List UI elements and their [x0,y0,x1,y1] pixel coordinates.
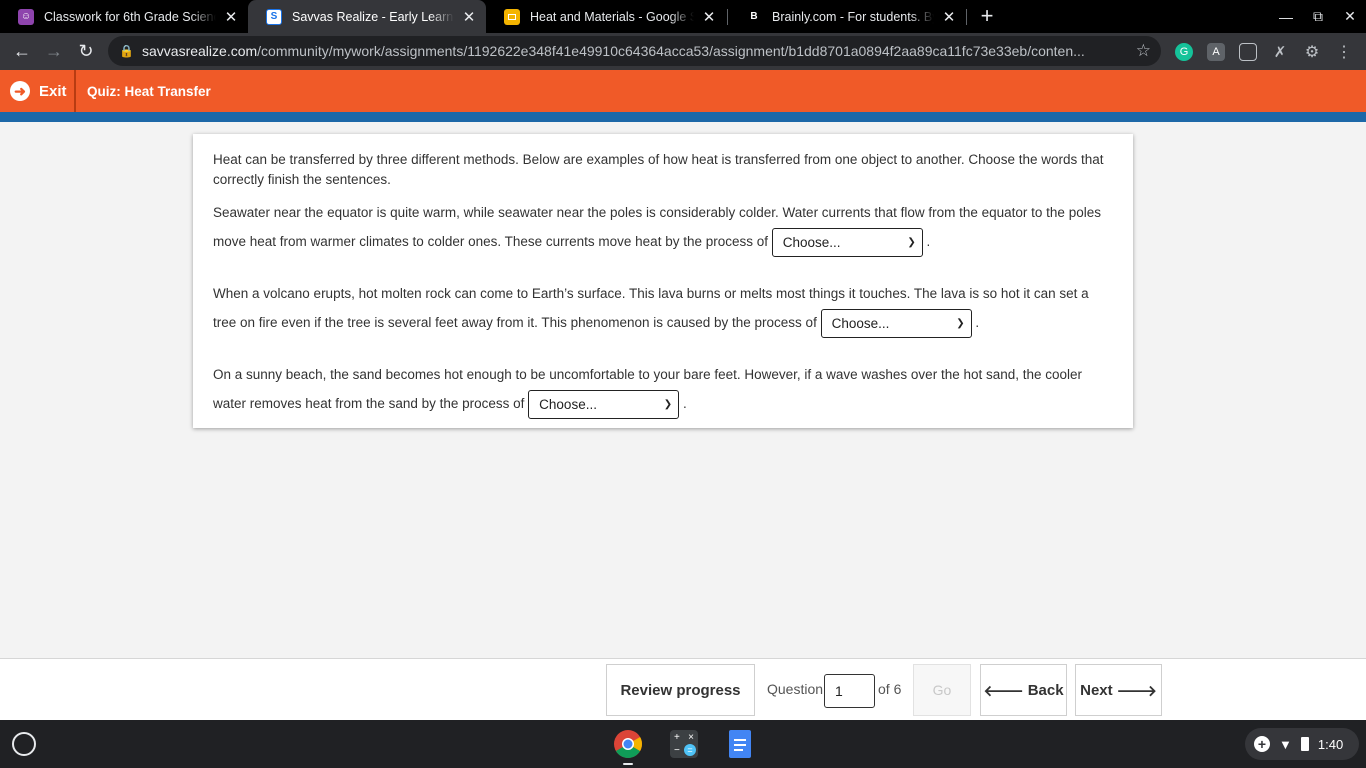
exit-arrow-icon: ➜ [10,81,30,101]
back-label: Back [1027,681,1064,699]
select-value: Choose... [782,234,841,250]
select-value: Choose... [539,396,597,412]
answer-select-1[interactable]: Choose... ❯ [771,227,923,257]
sentence-end: . [975,314,980,330]
docs-icon[interactable] [724,728,756,760]
close-icon[interactable]: ✕ [940,8,958,26]
question-2: When a volcano erupts, hot molten rock c… [213,279,1113,338]
back-button[interactable]: 🡐 Back [980,664,1067,716]
main-content: Heat can be transferred by three differe… [0,122,1366,658]
tab-slides[interactable]: Heat and Materials - Google Slid ✕ [486,0,726,33]
url-text: savvasrealize.com/community/mywork/assig… [142,43,1122,59]
tab-brainly[interactable]: B Brainly.com - For students. By st ✕ [728,0,966,33]
menu-dots-icon[interactable]: ⋮ [1335,43,1353,61]
exit-label: Exit [39,82,67,100]
question-total: of 6 [878,681,902,697]
restore-icon[interactable]: ⧉ [1302,0,1334,33]
tab-savvas[interactable]: S Savvas Realize - Early Learner Co ✕ [248,0,486,33]
header-accent-bar [0,112,1366,122]
clock-time: 1:40 [1317,736,1344,752]
go-label: Go [932,682,952,698]
close-icon[interactable]: ✕ [460,8,478,26]
address-bar[interactable]: 🔒 savvasrealize.com/community/mywork/ass… [108,36,1161,66]
question-number-input[interactable]: 1 [824,674,875,708]
url-host: savvasrealize.com [142,43,258,59]
exit-button[interactable]: ➜ Exit [0,70,76,112]
tab-title: Heat and Materials - Google Slid [530,9,694,24]
reload-icon[interactable]: ↻ [72,37,100,65]
brainly-icon: B [746,8,762,25]
chrome-icon[interactable] [612,728,644,760]
chevron-down-icon: ❯ [663,398,673,410]
close-icon[interactable]: ✕ [700,8,718,26]
chevron-down-icon: ❯ [907,236,916,248]
tab-divider [966,9,967,25]
tab-classwork[interactable]: ☺ Classwork for 6th Grade Science ✕ [0,0,248,33]
review-progress-button[interactable]: Review progress [606,664,755,716]
question-1: Seawater near the equator is quite warm,… [213,198,1113,257]
launcher-icon[interactable] [12,732,36,756]
app-header: ➜ Exit Quiz: Heat Transfer [0,70,1366,112]
sentence-end: . [682,395,687,411]
system-tray[interactable]: + ▼ 1:40 [1245,728,1359,760]
bookmark-star-icon[interactable]: ☆ [1136,41,1151,61]
close-icon[interactable]: ✕ [222,8,240,26]
next-button[interactable]: Next 🡒 [1075,664,1162,716]
go-button[interactable]: Go [913,664,971,716]
question-text: Seawater near the equator is quite warm,… [213,205,1101,249]
answer-select-2[interactable]: Choose... ❯ [820,308,972,338]
chevron-down-icon: ❯ [956,317,965,329]
answer-select-3[interactable]: Choose... ❯ [528,389,680,419]
tab-title: Brainly.com - For students. By st [772,9,934,24]
arrow-left-icon: 🡐 [983,682,1024,700]
tab-title: Classwork for 6th Grade Science [44,9,216,24]
battery-icon [1300,737,1309,751]
extension-icon[interactable]: A [1207,43,1225,61]
question-card: Heat can be transferred by three differe… [193,134,1133,428]
arrow-right-icon: 🡒 [1116,682,1157,700]
review-progress-label: Review progress [620,681,741,699]
calculator-icon[interactable]: + × − = [668,728,700,760]
sentence-end: . [926,234,931,249]
next-label: Next [1080,681,1113,699]
puzzle-icon[interactable]: ⚙ [1303,43,1321,61]
question-3: On a sunny beach, the sand becomes hot e… [213,360,1113,419]
page-title: Quiz: Heat Transfer [87,83,211,99]
url-path: /community/mywork/assignments/1192622e34… [257,43,1085,59]
active-app-indicator [623,763,633,765]
quiz-footer: Review progress Question 1 of 6 Go 🡐 Bac… [0,658,1366,720]
os-taskbar: + × − = + ▼ 1:40 [0,720,1366,768]
browser-toolbar: ← → ↻ 🔒 savvasrealize.com/community/mywo… [0,33,1366,70]
slides-icon [504,8,520,25]
classroom-icon: ☺ [18,8,34,25]
wifi-icon: ▼ [1279,736,1292,752]
question-intro: Heat can be transferred by three differe… [213,152,1104,187]
add-circle-icon: + [1254,736,1270,752]
forward-arrow-icon[interactable]: → [40,37,68,65]
question-label: Question [767,681,824,697]
browser-tabstrip: ☺ Classwork for 6th Grade Science ✕ S Sa… [0,0,1366,33]
cast-icon[interactable] [1239,43,1257,61]
savvas-icon: S [266,8,282,25]
grammarly-icon[interactable]: G [1175,43,1193,61]
close-window-icon[interactable]: ✕ [1334,0,1366,33]
minimize-icon[interactable]: — [1270,0,1302,33]
select-value: Choose... [831,315,890,331]
tools-icon[interactable]: ✗ [1271,43,1289,61]
lock-icon: 🔒 [119,44,134,58]
back-arrow-icon[interactable]: ← [8,37,36,65]
tab-title: Savvas Realize - Early Learner Co [292,9,454,24]
new-tab-button[interactable]: + [975,3,999,28]
